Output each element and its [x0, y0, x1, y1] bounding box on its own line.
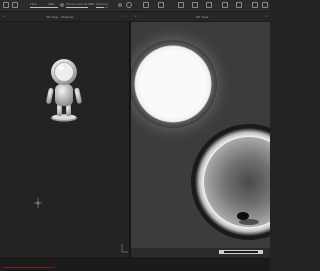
viewport-title-bar: 3D View - Material ≡ × 2D View ≡ × [0, 12, 270, 22]
right-panel-menu-icon[interactable]: ≡ [134, 15, 137, 18]
environment-icon[interactable] [178, 2, 184, 8]
brush-preset-icon[interactable] [12, 2, 18, 8]
right-panel-close-icon[interactable]: × [265, 15, 268, 18]
flow-value[interactable]: 100 [48, 2, 54, 6]
pivot-gizmo-icon [34, 198, 42, 208]
axis-indicator-icon [121, 244, 128, 253]
spacing-slider[interactable] [96, 7, 108, 8]
panel-toggle-icon[interactable] [262, 2, 268, 8]
flow-slider[interactable] [30, 7, 58, 8]
stroke-opacity-slider[interactable] [66, 7, 88, 8]
mannequin-model[interactable] [0, 22, 129, 258]
flow-pressure-icon[interactable] [60, 3, 64, 7]
viewport-3d[interactable] [0, 22, 129, 258]
screenshot-icon[interactable] [236, 2, 242, 8]
status-error-indicator [3, 267, 55, 268]
status-bar [0, 258, 270, 271]
lazy-mouse-icon[interactable] [126, 2, 132, 8]
window-mode-icon[interactable] [252, 2, 258, 8]
viewport-2d[interactable] [131, 22, 270, 258]
left-panel-title[interactable]: 3D View - Material [46, 15, 73, 19]
display-settings-icon[interactable] [192, 2, 198, 8]
viewport-settings-icon[interactable] [206, 2, 212, 8]
left-panel-menu-icon[interactable]: ≡ [2, 15, 5, 18]
spacing-label: Spacing [96, 2, 108, 6]
left-panel-close-icon[interactable]: × [124, 15, 127, 18]
brush-icon[interactable] [3, 2, 9, 8]
render-mode-icon[interactable] [158, 2, 164, 8]
symmetry-icon[interactable] [118, 3, 122, 7]
flow-label: Flow [30, 2, 37, 6]
camera-icon[interactable] [143, 2, 149, 8]
uv-texture-preview[interactable] [131, 22, 270, 258]
tool-options-bar: Flow 100 Stroke opacity 100 Spacing [0, 0, 270, 12]
stroke-opacity-value[interactable]: 100 [88, 2, 94, 6]
layout-icon[interactable] [222, 2, 228, 8]
stroke-opacity-label: Stroke opacity [66, 2, 88, 6]
right-panel-title[interactable]: 2D View [196, 15, 208, 19]
